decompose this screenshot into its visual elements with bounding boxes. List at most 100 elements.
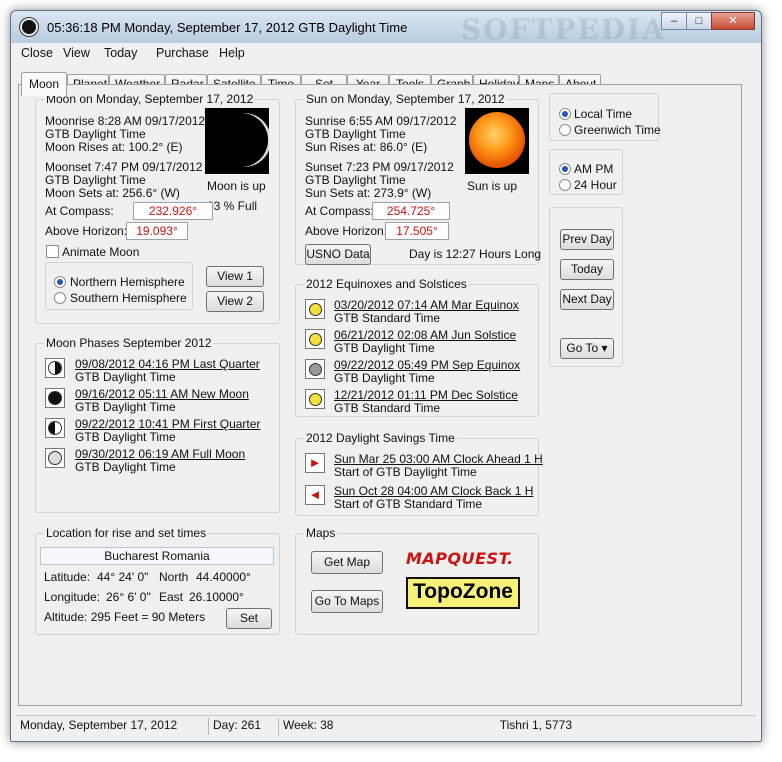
dst-legend: 2012 Daylight Savings Time [304, 431, 457, 445]
prev-day-button[interactable]: Prev Day [560, 229, 614, 250]
moon-horizon-label: Above Horizon: [45, 224, 128, 238]
status-week: Week: 38 [278, 718, 378, 735]
moon-status: Moon is up [207, 179, 266, 193]
set-location-button[interactable]: Set [226, 608, 272, 629]
northern-hemisphere-radio[interactable] [54, 276, 66, 288]
moon-phases-legend: Moon Phases September 2012 [44, 336, 214, 350]
northern-hemisphere-label: Northern Hemisphere [70, 275, 185, 289]
maximize-button[interactable]: □ [686, 12, 712, 30]
sun-compass-value: 254.725° (W) [372, 202, 450, 234]
view-2-button[interactable]: View 2 [206, 291, 264, 312]
go-to-maps-button[interactable]: Go To Maps [311, 590, 383, 613]
phase-date[interactable]: 09/30/2012 06:19 AM Full Moon [75, 447, 245, 461]
moon-group-legend: Moon on Monday, September 17, 2012 [44, 92, 256, 106]
close-window-button[interactable]: ✕ [711, 12, 755, 30]
ampm-radio[interactable] [559, 163, 571, 175]
latitude-direction: North [159, 570, 189, 584]
sun-group: Sun on Monday, September 17, 2012 Sunris… [295, 92, 542, 265]
menu-close[interactable]: Close [21, 46, 53, 60]
equinox-icon [305, 359, 325, 379]
location-group: Location for rise and set times Buchares… [35, 526, 280, 635]
moonset-timezone: GTB Daylight Time [45, 173, 146, 187]
status-date: Monday, September 17, 2012 [20, 718, 178, 732]
menu-view[interactable]: View [63, 46, 90, 60]
dst-date[interactable]: Sun Mar 25 03:00 AM Clock Ahead 1 H [334, 452, 543, 466]
greenwich-time-radio[interactable] [559, 124, 571, 136]
clock-format-group: AM PM 24 Hour [549, 149, 623, 195]
new-moon-icon [45, 388, 65, 408]
moon-image [205, 108, 269, 174]
mapquest-logo[interactable]: MAPQUEST. [406, 549, 514, 568]
last-quarter-icon [45, 358, 65, 378]
title-bar[interactable]: 05:36:18 PM Monday, September 17, 2012 G… [11, 11, 761, 46]
location-name-field[interactable]: Bucharest Romania [40, 547, 274, 565]
day-length: Day is 12:27 Hours Long [409, 247, 542, 261]
24-hour-label: 24 Hour [574, 178, 617, 192]
sun-status: Sun is up [467, 179, 518, 193]
sunrise-line: Sunrise 6:55 AM 09/17/2012 [305, 114, 457, 128]
24-hour-radio[interactable] [559, 179, 571, 191]
longitude-label: Longitude: [44, 590, 101, 604]
moonrise-timezone: GTB Daylight Time [45, 127, 146, 141]
equinox-icon [305, 299, 325, 319]
menu-today[interactable]: Today [104, 46, 137, 60]
menu-help[interactable]: Help [219, 46, 245, 60]
local-time-radio[interactable] [559, 108, 571, 120]
topozone-logo[interactable]: TopoZone [406, 577, 520, 609]
maps-group: Maps Get Map Go To Maps MAPQUEST. TopoZo… [295, 526, 539, 635]
equinox-date[interactable]: 06/21/2012 02:08 AM Jun Solstice [334, 328, 516, 342]
get-map-button[interactable]: Get Map [311, 551, 383, 574]
moon-phases-group: Moon Phases September 2012 09/08/2012 04… [35, 336, 280, 513]
clock-back-arrow-icon: ◄ [305, 485, 325, 505]
moon-group: Moon on Monday, September 17, 2012 Moonr… [35, 92, 280, 324]
view-1-button[interactable]: View 1 [206, 266, 264, 287]
next-day-button[interactable]: Next Day [560, 289, 614, 310]
usno-data-button[interactable]: USNO Data [305, 244, 371, 265]
equinox-date[interactable]: 03/20/2012 07:14 AM Mar Equinox [334, 298, 519, 312]
sun-group-legend: Sun on Monday, September 17, 2012 [304, 92, 507, 106]
equinox-timezone: GTB Daylight Time [334, 341, 435, 355]
sunrise-timezone: GTB Daylight Time [305, 127, 406, 141]
equinox-timezone: GTB Standard Time [334, 311, 441, 325]
go-to-dropdown[interactable]: Go To ▾ [560, 338, 614, 359]
phase-date[interactable]: 09/22/2012 10:41 PM First Quarter [75, 417, 260, 431]
latitude-dms: 44° 24' 0" [97, 570, 149, 584]
latitude-decimal: 44.40000° [196, 570, 251, 584]
dst-note: Start of GTB Daylight Time [334, 465, 477, 479]
maps-legend: Maps [304, 526, 338, 540]
time-mode-group: Local Time Greenwich Time [549, 93, 661, 141]
phase-date[interactable]: 09/16/2012 05:11 AM New Moon [75, 387, 249, 401]
sun-image [465, 108, 529, 174]
menu-bar: Close View Today Purchase Help [17, 44, 755, 64]
equinox-timezone: GTB Daylight Time [334, 371, 435, 385]
moon-rises-at: Moon Rises at: 100.2° (E) [45, 140, 183, 154]
status-hebrew-date: Tishri 1, 5773 [499, 718, 572, 732]
sun-horizon-label: Above Horizon: [305, 224, 388, 238]
moon-compass-label: At Compass: [45, 204, 114, 218]
equinox-legend: 2012 Equinoxes and Solstices [304, 277, 469, 291]
phase-date[interactable]: 09/08/2012 04:16 PM Last Quarter [75, 357, 260, 371]
dst-date[interactable]: Sun Oct 28 04:00 AM Clock Back 1 H [334, 484, 533, 498]
moon-tab-panel: Moon on Monday, September 17, 2012 Moonr… [18, 84, 742, 706]
equinox-date[interactable]: 09/22/2012 05:49 PM Sep Equinox [334, 358, 520, 372]
full-moon-icon [45, 448, 65, 468]
menu-purchase[interactable]: Purchase [156, 46, 209, 60]
tab-moon[interactable]: Moon [21, 72, 67, 96]
animate-moon-checkbox[interactable] [46, 245, 59, 258]
phase-timezone: GTB Daylight Time [75, 430, 176, 444]
longitude-dms: 26° 6' 0" [106, 590, 151, 604]
first-quarter-icon [45, 418, 65, 438]
solstice-icon [305, 389, 325, 409]
today-button[interactable]: Today [560, 259, 614, 280]
equinox-date[interactable]: 12/21/2012 01:11 PM Dec Solstice [334, 388, 518, 402]
moonrise-line: Moonrise 8:28 AM 09/17/2012 [45, 114, 206, 128]
southern-hemisphere-radio[interactable] [54, 292, 66, 304]
watermark-text: SOFTPEDIA [461, 13, 666, 46]
longitude-decimal: 26.10000° [189, 590, 244, 604]
local-time-label: Local Time [574, 107, 633, 121]
minimize-button[interactable]: – [661, 12, 687, 30]
equinox-timezone: GTB Standard Time [334, 401, 441, 415]
dst-note: Start of GTB Standard Time [334, 497, 483, 511]
sun-compass-label: At Compass: [305, 204, 374, 218]
solstice-icon [305, 329, 325, 349]
